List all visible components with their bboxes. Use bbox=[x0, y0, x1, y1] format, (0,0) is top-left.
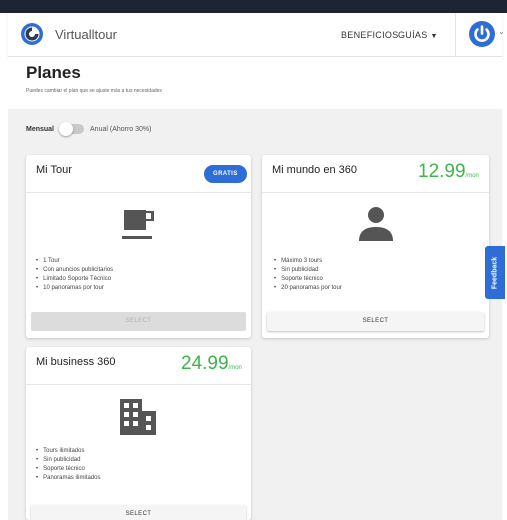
person-icon bbox=[359, 207, 393, 241]
billing-toggle-row: Mensual Anual (Ahorro 30%) bbox=[26, 122, 152, 136]
feature-item: Soporte técnico bbox=[36, 465, 100, 474]
toggle-label-mensual: Mensual bbox=[26, 125, 55, 133]
plan-card-mi-mundo-360: Mi mundo en 360 12.99/mon Máximo 3 tours… bbox=[262, 155, 489, 338]
toggle-label-anual: Anual (Ahorro 30%) bbox=[90, 125, 152, 133]
plan-price: 12.99/mon bbox=[418, 161, 479, 183]
feature-item: Con anuncios publicitarios bbox=[36, 266, 113, 275]
feature-item: Tours ilimitados bbox=[36, 447, 100, 456]
feature-item: Limitado Soporte Técnico bbox=[36, 275, 113, 284]
select-button-mi-business-360[interactable]: SELECT bbox=[31, 505, 246, 520]
nav-link-beneficios[interactable]: BENEFICIOS bbox=[341, 30, 399, 40]
nav-link-guias[interactable]: GUÍAS ▼ bbox=[398, 30, 438, 40]
billing-period-toggle[interactable] bbox=[59, 122, 85, 136]
user-power-icon[interactable] bbox=[468, 20, 496, 48]
coffee-cup-icon bbox=[122, 210, 154, 239]
user-menu-chevron-icon[interactable]: ⌄ bbox=[498, 27, 505, 36]
feedback-label: Feedback bbox=[491, 256, 499, 289]
plan-price: 24.99/mon bbox=[181, 353, 242, 375]
feature-item: 10 panoramas por tour bbox=[36, 284, 113, 293]
feature-item: 1 Tour bbox=[36, 257, 113, 266]
feature-list: 1 Tour Con anuncios publicitarios Limita… bbox=[36, 257, 113, 293]
price-value: 12.99 bbox=[418, 161, 466, 182]
feature-item: Sin publicidad bbox=[274, 266, 342, 275]
toggle-knob[interactable] bbox=[59, 122, 74, 136]
price-value: 24.99 bbox=[181, 353, 229, 374]
feature-item: Panoramas ilimitados bbox=[36, 474, 100, 483]
feature-item: 20 panoramas por tour bbox=[274, 284, 342, 293]
nav-divider bbox=[455, 13, 456, 57]
top-navbar: Virtualltour BENEFICIOS GUÍAS ▼ ⌄ bbox=[8, 13, 505, 57]
plan-card-header: Mi mundo en 360 12.99/mon bbox=[262, 155, 489, 193]
plan-card-mi-business-360: Mi business 360 24.99/mon Tours ilimitad… bbox=[26, 347, 251, 520]
brand-name[interactable]: Virtualltour bbox=[55, 27, 117, 42]
building-icon bbox=[120, 399, 156, 435]
virtualltour-logo-icon[interactable] bbox=[20, 22, 44, 46]
feature-item: Sin publicidad bbox=[36, 456, 100, 465]
plan-title: Mi mundo en 360 bbox=[272, 164, 357, 176]
plan-card-mi-tour: Mi Tour GRATIS 1 Tour Con anuncios publi… bbox=[26, 155, 251, 338]
page-subtitle: Puedes cambiar el plan que se ajuste más… bbox=[26, 88, 162, 94]
price-unit: /mon bbox=[228, 365, 242, 371]
feature-list: Tours ilimitados Sin publicidad Soporte … bbox=[36, 447, 100, 483]
feature-item: Máximo 3 tours bbox=[274, 257, 342, 266]
nav-link-guias-label: GUÍAS bbox=[398, 30, 428, 40]
page-title: Planes bbox=[26, 63, 81, 82]
page-header bbox=[8, 57, 502, 109]
feature-list: Máximo 3 tours Sin publicidad Soporte té… bbox=[274, 257, 342, 293]
chevron-down-icon: ▼ bbox=[430, 33, 438, 40]
select-button-mi-tour[interactable]: SELECT bbox=[31, 312, 246, 331]
select-button-mi-mundo-360[interactable]: SELECT bbox=[267, 312, 484, 331]
window-top-strip bbox=[0, 0, 507, 13]
price-unit: /mon bbox=[465, 173, 479, 179]
plan-card-header: Mi Tour GRATIS bbox=[26, 155, 251, 193]
feedback-tab[interactable]: Feedback bbox=[485, 246, 505, 299]
plan-title: Mi business 360 bbox=[36, 356, 116, 368]
feature-item: Soporte técnico bbox=[274, 275, 342, 284]
plan-title: Mi Tour bbox=[36, 164, 72, 176]
plan-card-header: Mi business 360 24.99/mon bbox=[26, 347, 251, 385]
free-badge: GRATIS bbox=[204, 165, 247, 183]
